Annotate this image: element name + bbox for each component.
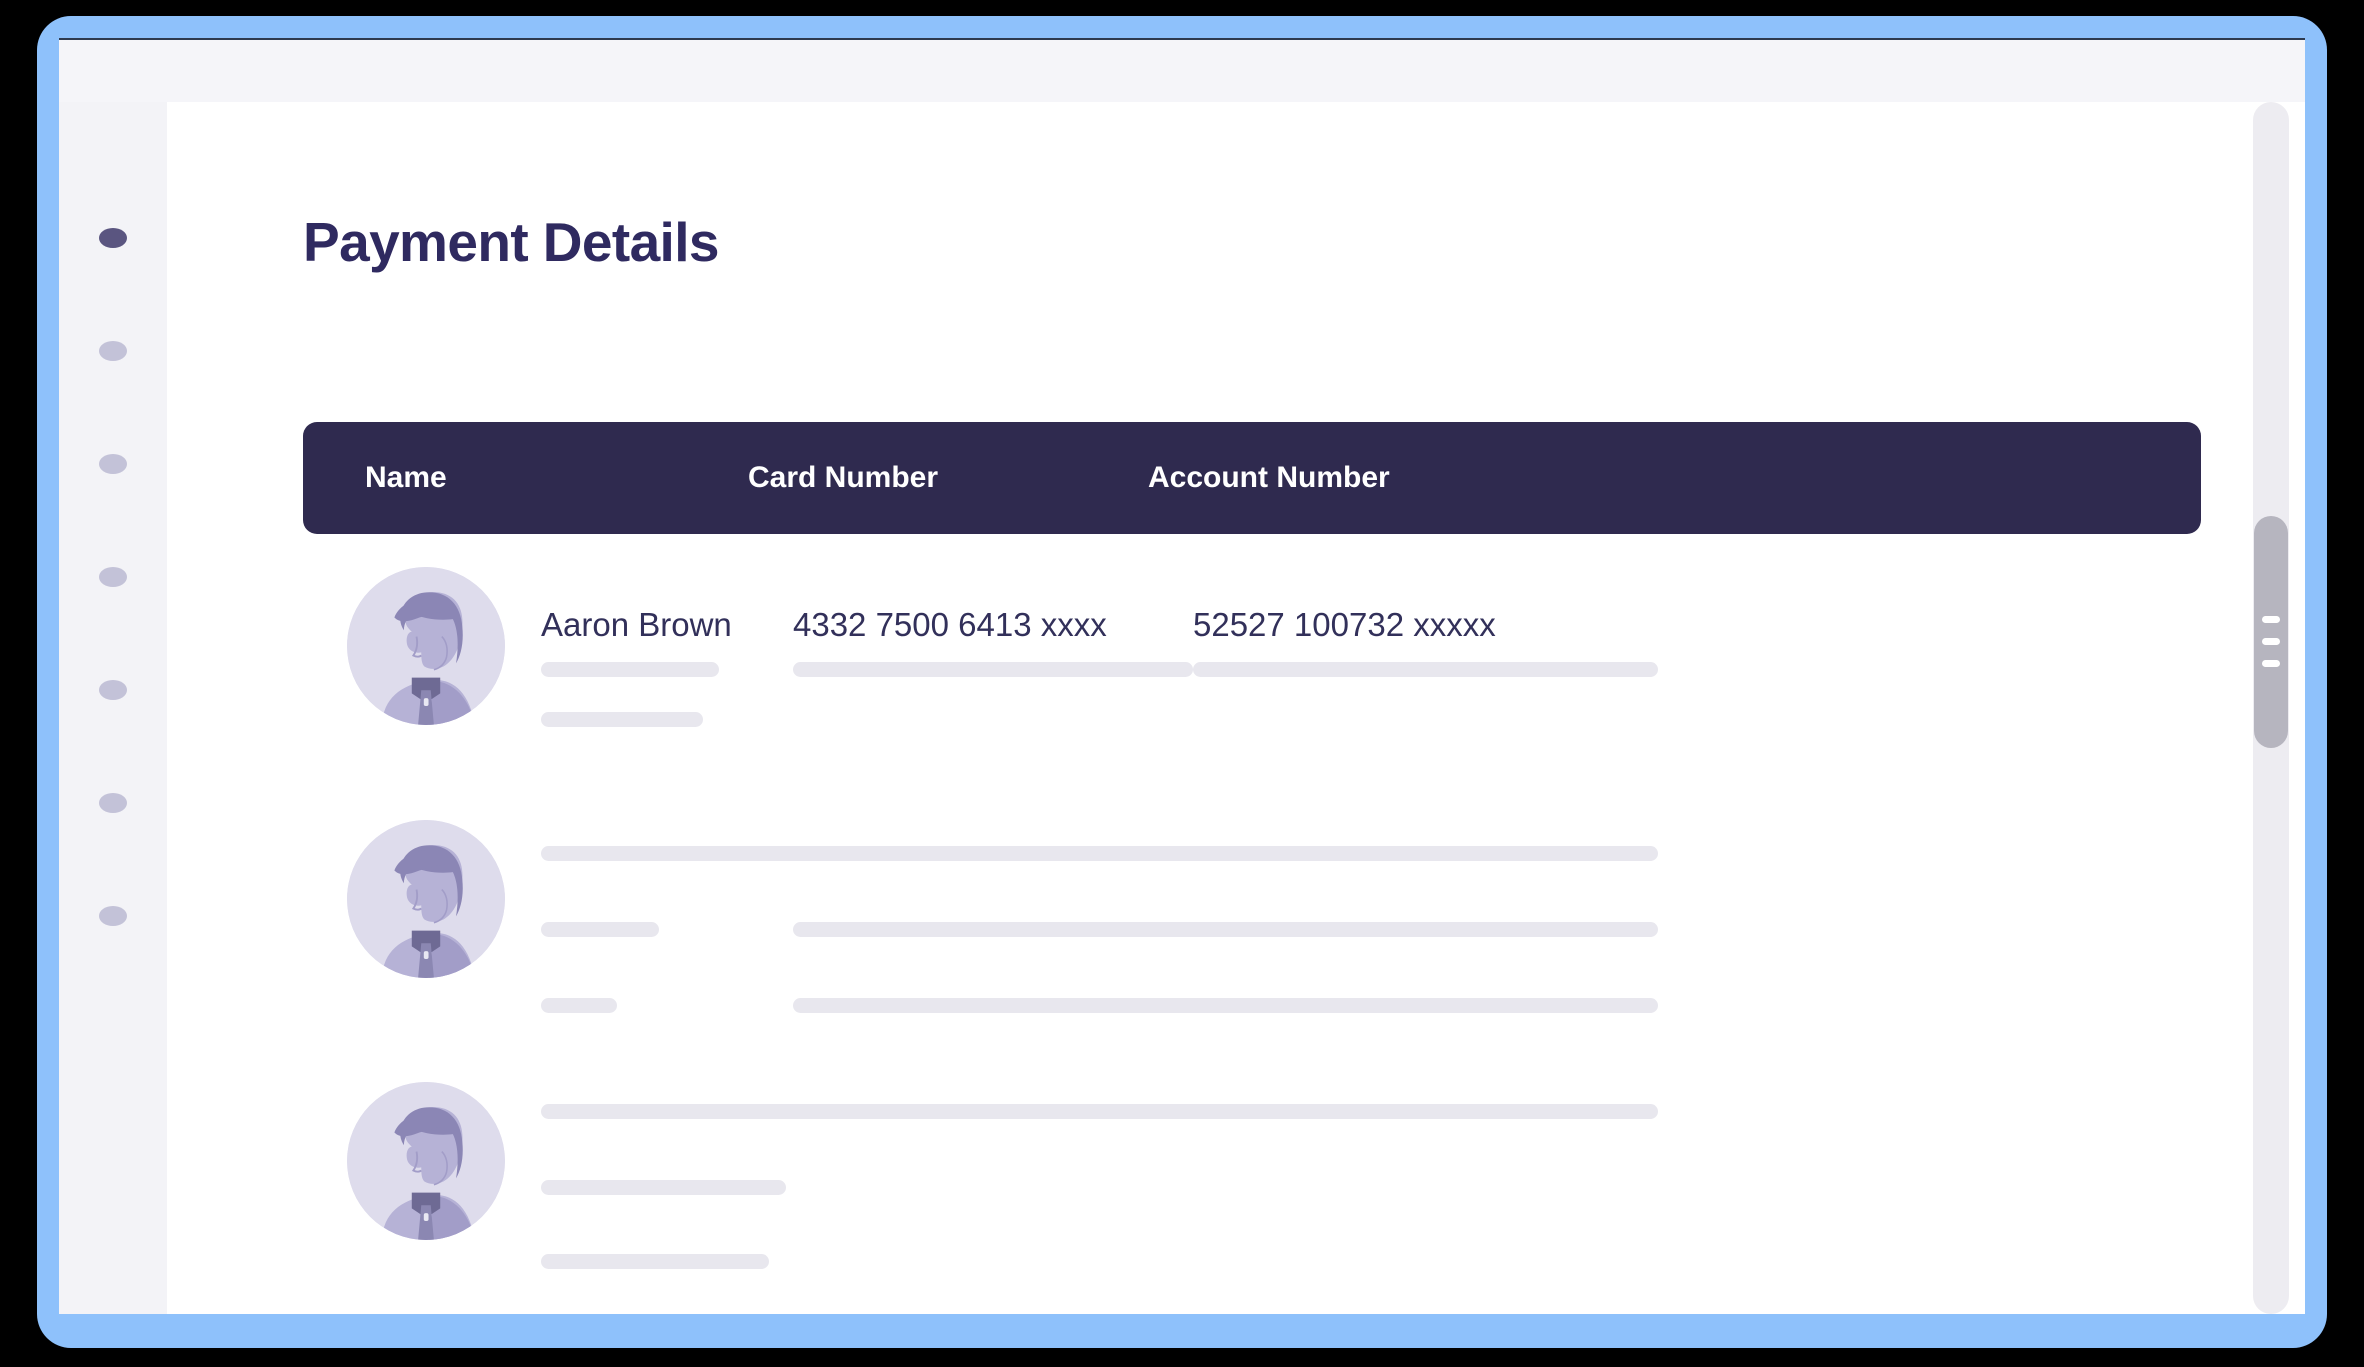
avatar bbox=[347, 567, 505, 725]
skeleton-placeholder-bar bbox=[1193, 998, 1658, 1013]
skeleton-placeholder-bar bbox=[793, 1104, 1213, 1119]
skeleton-placeholder-bar bbox=[541, 922, 659, 937]
sidebar-item-1[interactable] bbox=[99, 228, 127, 248]
skeleton-placeholder-bar bbox=[541, 998, 617, 1013]
table-row[interactable] bbox=[303, 1054, 2223, 1314]
sidebar-item-5[interactable] bbox=[99, 680, 127, 700]
device-frame: Payment Details Name Card Number Account… bbox=[37, 16, 2327, 1348]
sidebar-item-3[interactable] bbox=[99, 454, 127, 474]
cell-account-number: 52527 100732 xxxxx bbox=[1193, 606, 1496, 643]
scrollbar-grip-line-icon bbox=[2262, 660, 2280, 667]
scrollbar-grip-line-icon bbox=[2262, 616, 2280, 623]
skeleton-placeholder-bar bbox=[541, 1254, 769, 1269]
app-top-bar bbox=[59, 38, 2305, 104]
column-header-card-number: Card Number bbox=[748, 461, 939, 494]
page-title: Payment Details bbox=[303, 211, 720, 273]
skeleton-placeholder-bar bbox=[1193, 662, 1658, 677]
sidebar-item-4[interactable] bbox=[99, 567, 127, 587]
table-header-bar: Name Card Number Account Number bbox=[303, 422, 2201, 534]
vertical-scrollbar-track[interactable] bbox=[2253, 102, 2289, 1314]
cell-name: Aaron Brown bbox=[541, 606, 732, 643]
table-body: Aaron Brown 4332 7500 6413 xxxx 52527 1007… bbox=[303, 534, 2223, 1314]
avatar bbox=[347, 1082, 505, 1240]
left-nav-rail bbox=[59, 102, 167, 1314]
vertical-scrollbar-thumb[interactable] bbox=[2254, 516, 2288, 748]
table-row[interactable]: Aaron Brown 4332 7500 6413 xxxx 52527 1007… bbox=[303, 534, 2223, 794]
skeleton-placeholder-bar bbox=[541, 1180, 786, 1195]
sidebar-item-6[interactable] bbox=[99, 793, 127, 813]
skeleton-placeholder-bar bbox=[793, 998, 1213, 1013]
skeleton-placeholder-bar bbox=[541, 712, 703, 727]
skeleton-placeholder-bar bbox=[541, 846, 836, 861]
skeleton-placeholder-bar bbox=[1193, 922, 1658, 937]
skeleton-placeholder-bar bbox=[1193, 846, 1658, 861]
column-header-account-number: Account Number bbox=[1148, 461, 1390, 494]
skeleton-placeholder-bar bbox=[793, 846, 1213, 861]
skeleton-placeholder-bar bbox=[793, 662, 1193, 677]
skeleton-placeholder-bar bbox=[1193, 1104, 1658, 1119]
table-row[interactable] bbox=[303, 794, 2223, 1054]
skeleton-placeholder-bar bbox=[541, 662, 719, 677]
skeleton-placeholder-bar bbox=[793, 922, 1213, 937]
main-content-area: Payment Details Name Card Number Account… bbox=[167, 102, 2305, 1314]
cell-card-number: 4332 7500 6413 xxxx bbox=[793, 606, 1107, 643]
sidebar-item-7[interactable] bbox=[99, 906, 127, 926]
device-screen: Payment Details Name Card Number Account… bbox=[59, 38, 2305, 1314]
column-header-name: Name bbox=[365, 461, 447, 494]
sidebar-item-2[interactable] bbox=[99, 341, 127, 361]
avatar bbox=[347, 820, 505, 978]
scrollbar-grip-line-icon bbox=[2262, 638, 2280, 645]
skeleton-placeholder-bar bbox=[541, 1104, 836, 1119]
